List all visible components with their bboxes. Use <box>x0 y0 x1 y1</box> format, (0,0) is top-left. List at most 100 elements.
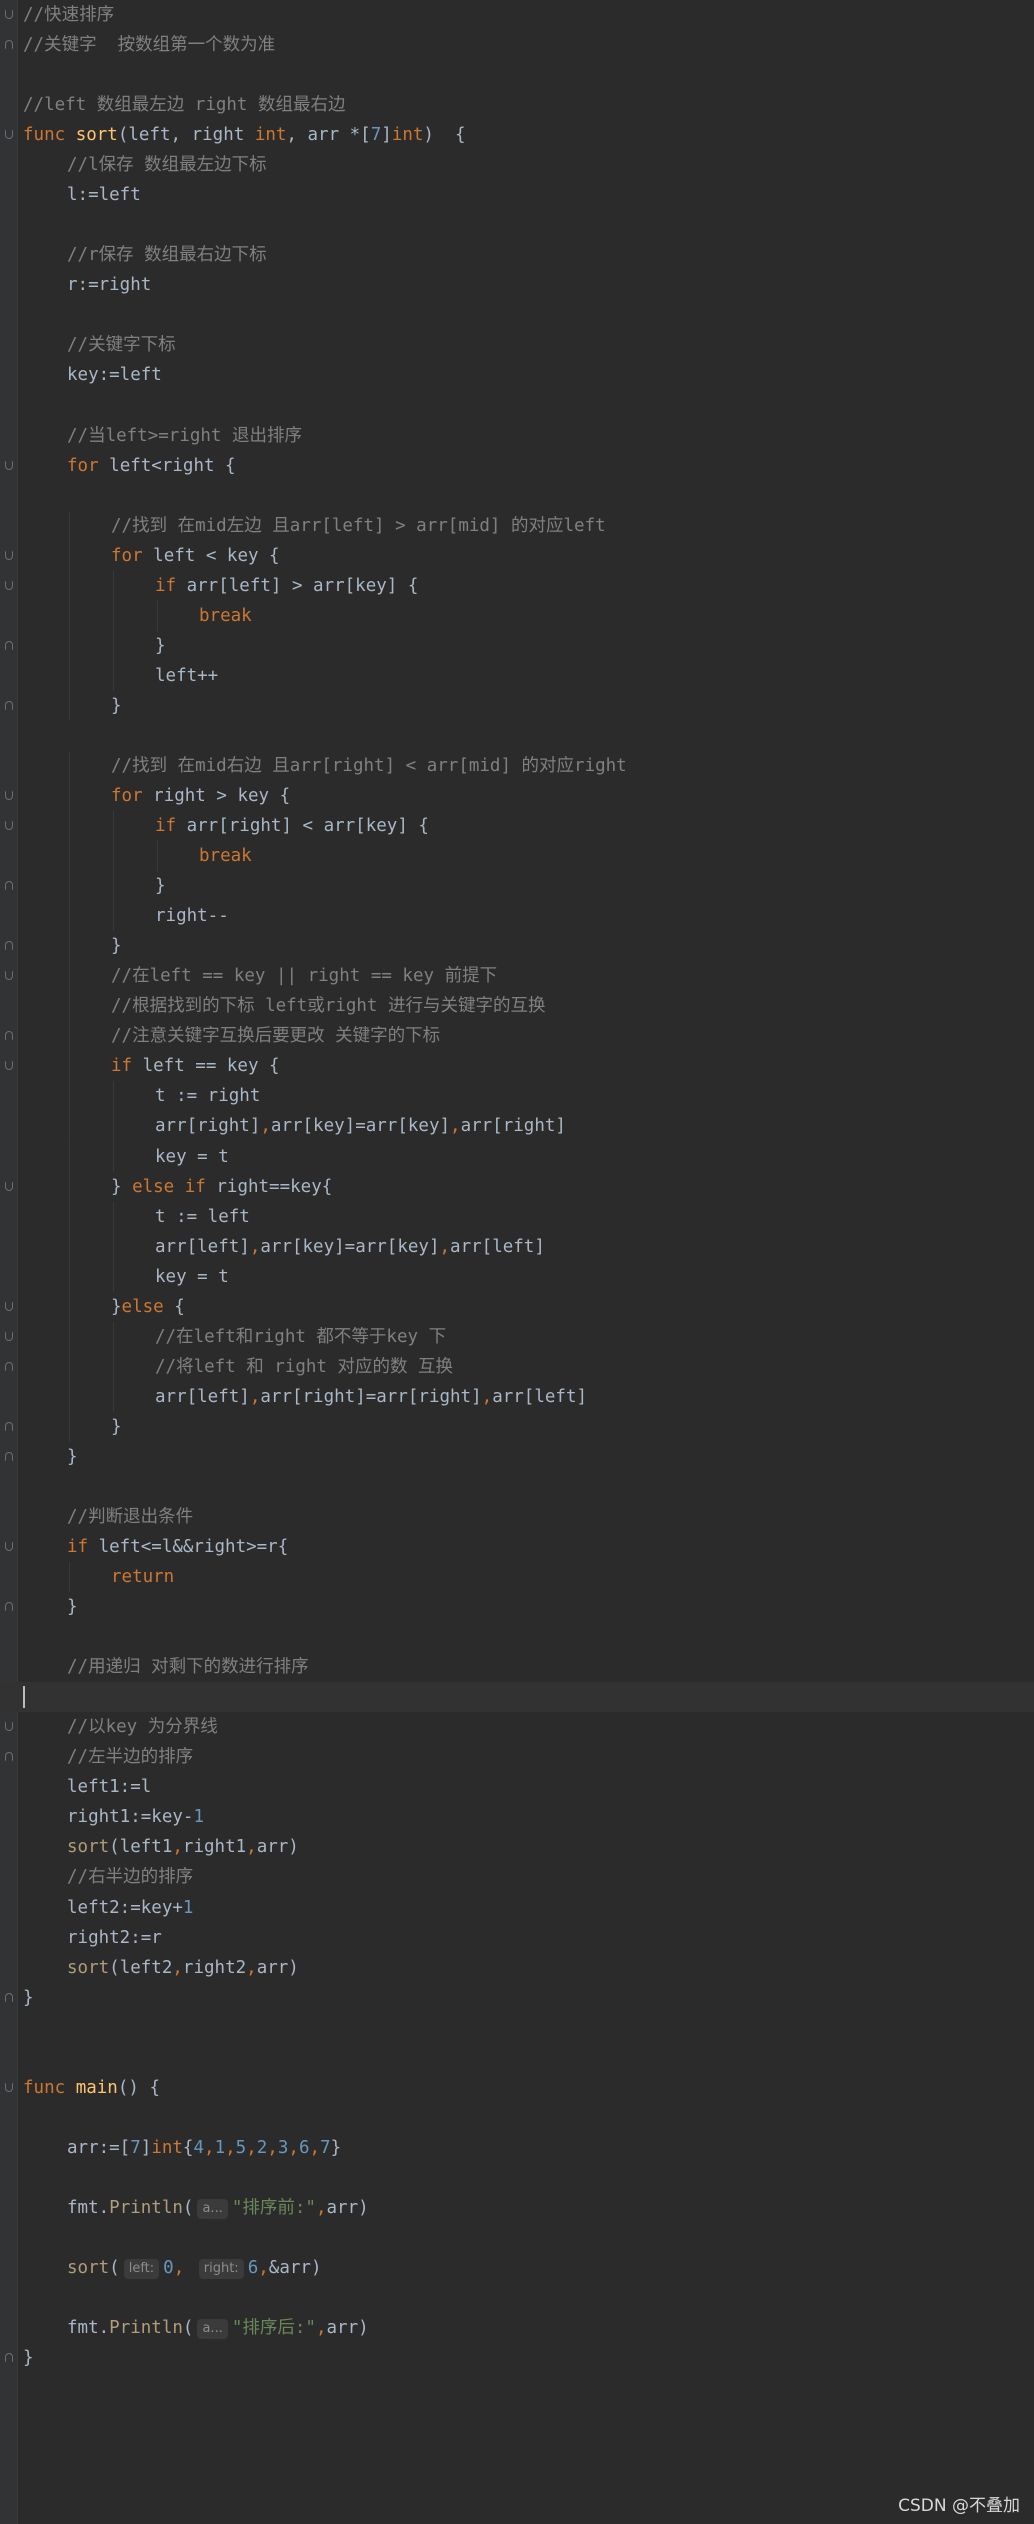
fold-open-icon[interactable] <box>5 10 13 19</box>
code-line[interactable]: left2:=key+1 <box>0 1893 1034 1923</box>
fold-close-icon[interactable] <box>5 1992 13 2002</box>
fold-open-icon[interactable] <box>5 1301 13 1311</box>
code-line[interactable]: //快速排序 <box>0 0 1034 30</box>
code-line[interactable]: left++ <box>0 660 1034 691</box>
code-line[interactable]: func main() { <box>0 2073 1034 2103</box>
code-line[interactable]: arr:=[7]int{4,1,5,2,3,6,7} <box>0 2133 1034 2163</box>
code-line[interactable]: break <box>0 841 1034 872</box>
fold-open-icon[interactable] <box>5 971 13 981</box>
code-line[interactable] <box>0 60 1034 90</box>
code-line[interactable]: //r保存 数组最右边下标 <box>0 240 1034 270</box>
code-line[interactable]: sort(left2,right2,arr) <box>0 1953 1034 1983</box>
code-line[interactable]: r:=right <box>0 270 1034 300</box>
fold-close-icon[interactable] <box>5 1361 13 1371</box>
code-line[interactable] <box>0 481 1034 511</box>
code-line[interactable]: } else if right==key{ <box>0 1171 1034 1202</box>
code-line[interactable]: } <box>0 2343 1034 2373</box>
fold-close-icon[interactable] <box>5 2353 13 2363</box>
fold-open-icon[interactable] <box>5 460 13 470</box>
code-line[interactable]: key:=left <box>0 360 1034 390</box>
code-line[interactable]: if left == key { <box>0 1051 1034 1082</box>
code-line[interactable] <box>0 1682 1034 1713</box>
code-line[interactable]: right-- <box>0 901 1034 932</box>
fold-close-icon[interactable] <box>5 1451 13 1461</box>
code-line[interactable]: l:=left <box>0 180 1034 210</box>
code-line[interactable]: } <box>0 1411 1034 1442</box>
fold-close-icon[interactable] <box>5 640 13 650</box>
fold-open-icon[interactable] <box>5 1542 13 1552</box>
code-line[interactable]: //left 数组最左边 right 数组最右边 <box>0 90 1034 120</box>
code-line[interactable]: sort(left: 0, right: 6,&arr) <box>0 2253 1034 2283</box>
code-line[interactable]: t := right <box>0 1081 1034 1112</box>
code-line[interactable] <box>0 1622 1034 1652</box>
code-line[interactable]: if left<=l&&right>=r{ <box>0 1532 1034 1562</box>
code-line[interactable] <box>0 2103 1034 2133</box>
code-line[interactable]: }else { <box>0 1291 1034 1322</box>
fold-open-icon[interactable] <box>5 1331 13 1341</box>
fold-close-icon[interactable] <box>5 1602 13 1612</box>
code-line[interactable]: } <box>0 1592 1034 1622</box>
code-line[interactable]: //关键字 按数组第一个数为准 <box>0 30 1034 60</box>
fold-open-icon[interactable] <box>5 791 13 801</box>
fold-close-icon[interactable] <box>5 1752 13 1762</box>
fold-close-icon[interactable] <box>5 40 13 50</box>
fold-close-icon[interactable] <box>5 941 13 951</box>
fold-close-icon[interactable] <box>5 1421 13 1431</box>
code-line[interactable]: //判断退出条件 <box>0 1502 1034 1532</box>
code-line[interactable]: //找到 在mid左边 且arr[left] > arr[mid] 的对应lef… <box>0 510 1034 541</box>
code-line[interactable] <box>0 721 1034 751</box>
code-line[interactable]: break <box>0 600 1034 631</box>
code-line[interactable]: //用递归 对剩下的数进行排序 <box>0 1652 1034 1682</box>
code-line[interactable]: //关键字下标 <box>0 330 1034 360</box>
code-line[interactable] <box>0 2013 1034 2043</box>
code-line[interactable]: key = t <box>0 1261 1034 1292</box>
code-line[interactable]: right2:=r <box>0 1923 1034 1953</box>
fold-open-icon[interactable] <box>5 1722 13 1732</box>
code-line[interactable]: //在left == key || right == key 前提下 <box>0 961 1034 992</box>
code-line[interactable]: fmt.Println(a... "排序前:",arr) <box>0 2193 1034 2223</box>
code-line[interactable]: if arr[left] > arr[key] { <box>0 570 1034 601</box>
code-line[interactable]: arr[left],arr[right]=arr[right],arr[left… <box>0 1381 1034 1412</box>
fold-open-icon[interactable] <box>5 2082 13 2092</box>
code-line[interactable] <box>0 2283 1034 2313</box>
fold-open-icon[interactable] <box>5 1181 13 1191</box>
code-line[interactable]: //当left>=right 退出排序 <box>0 421 1034 451</box>
fold-open-icon[interactable] <box>5 1061 13 1071</box>
code-line[interactable]: arr[left],arr[key]=arr[key],arr[left] <box>0 1231 1034 1262</box>
code-line[interactable]: if arr[right] < arr[key] { <box>0 811 1034 842</box>
code-line[interactable]: //右半边的排序 <box>0 1862 1034 1892</box>
fold-open-icon[interactable] <box>5 130 13 140</box>
fold-close-icon[interactable] <box>5 700 13 710</box>
code-line[interactable]: //以key 为分界线 <box>0 1712 1034 1742</box>
code-line[interactable]: for left<right { <box>0 451 1034 481</box>
code-line[interactable]: key = t <box>0 1141 1034 1172</box>
code-line[interactable]: //l保存 数组最左边下标 <box>0 150 1034 180</box>
fold-open-icon[interactable] <box>5 550 13 560</box>
code-line[interactable]: right1:=key-1 <box>0 1802 1034 1832</box>
code-line[interactable] <box>0 391 1034 421</box>
code-line[interactable]: //左半边的排序 <box>0 1742 1034 1772</box>
code-line[interactable] <box>0 2163 1034 2193</box>
code-line[interactable]: t := left <box>0 1201 1034 1232</box>
fold-open-icon[interactable] <box>5 821 13 831</box>
code-line[interactable]: fmt.Println(a... "排序后:",arr) <box>0 2313 1034 2343</box>
code-line[interactable]: } <box>0 1983 1034 2013</box>
code-line[interactable]: sort(left1,right1,arr) <box>0 1832 1034 1862</box>
code-line[interactable]: } <box>0 1442 1034 1472</box>
code-line[interactable] <box>0 210 1034 240</box>
code-line[interactable] <box>0 1472 1034 1502</box>
code-line[interactable]: for right > key { <box>0 781 1034 812</box>
fold-open-icon[interactable] <box>5 580 13 590</box>
code-line[interactable]: //找到 在mid右边 且arr[right] < arr[mid] 的对应ri… <box>0 751 1034 781</box>
code-line[interactable]: //将left 和 right 对应的数 互换 <box>0 1351 1034 1382</box>
code-line[interactable]: return <box>0 1562 1034 1593</box>
code-line[interactable]: //在left和right 都不等于key 下 <box>0 1321 1034 1352</box>
fold-close-icon[interactable] <box>5 1031 13 1041</box>
code-line[interactable]: } <box>0 690 1034 721</box>
code-line[interactable]: } <box>0 931 1034 962</box>
code-line[interactable] <box>0 300 1034 330</box>
code-line[interactable]: arr[right],arr[key]=arr[key],arr[right] <box>0 1111 1034 1142</box>
code-line[interactable]: left1:=l <box>0 1772 1034 1802</box>
code-line[interactable]: for left < key { <box>0 540 1034 571</box>
code-line[interactable]: } <box>0 871 1034 902</box>
